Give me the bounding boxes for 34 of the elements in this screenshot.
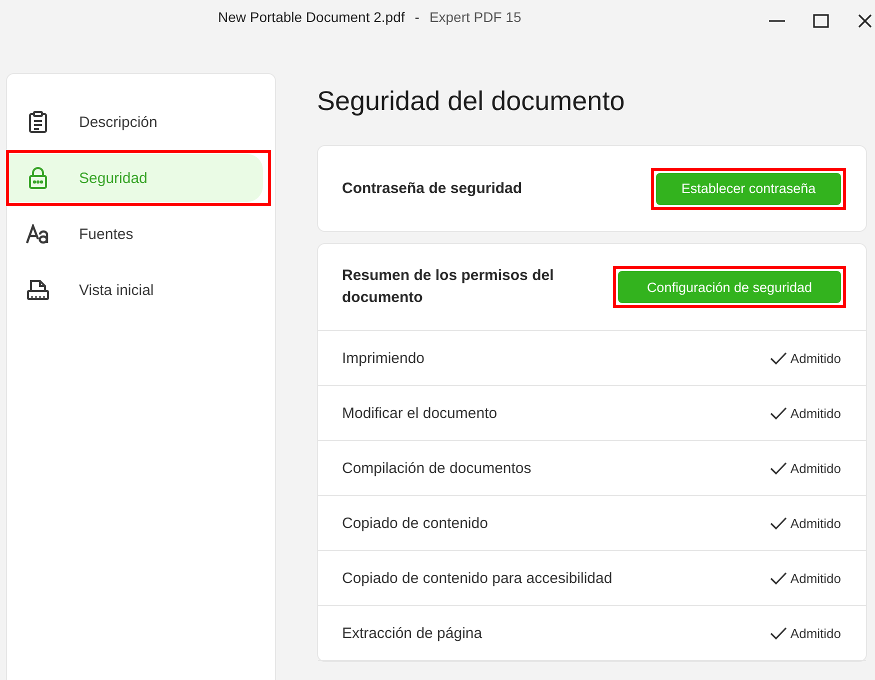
permission-status: Admitido <box>790 460 841 476</box>
document-title: New Portable Document 2.pdf <box>218 9 405 25</box>
sidebar-item[interactable]: Descripción <box>9 98 263 146</box>
close-icon <box>857 13 873 29</box>
lock-icon <box>28 166 48 190</box>
page-title: Seguridad del documento <box>317 86 626 117</box>
permission-name: Compilación de documentos <box>342 460 532 476</box>
maximize-icon <box>813 13 829 29</box>
permission-name: Extracción de página <box>342 624 482 642</box>
sidebar-item[interactable]: Fuentes <box>9 210 263 258</box>
permission-status: Admitido <box>790 350 841 366</box>
app-name: Expert PDF 15 <box>429 9 522 25</box>
section-label: Contraseña de seguridad <box>342 178 522 198</box>
sidebar-item[interactable]: Vista inicial <box>9 266 263 314</box>
document-ruler-icon <box>26 279 50 301</box>
minimize-icon <box>769 20 785 22</box>
checkmark-icon <box>770 626 788 640</box>
permission-status: Admitido <box>790 570 841 586</box>
font-icon <box>26 224 50 244</box>
title-separator: - <box>414 9 420 25</box>
permission-status: Admitido <box>790 406 841 420</box>
clipboard-icon <box>28 111 48 133</box>
permission-name: Imprimiendo <box>342 350 425 366</box>
permission-status: Admitido <box>790 516 841 530</box>
permission-name: Copiado de contenido para accesibilidad <box>342 570 612 586</box>
checkmark-icon <box>770 406 788 420</box>
checkmark-icon <box>770 352 788 364</box>
permission-name: Copiado de contenido <box>342 514 488 532</box>
checkmark-icon <box>770 462 788 474</box>
permission-status: Admitido <box>790 626 841 640</box>
section-label: Resumen de los permisos del documento <box>342 266 555 308</box>
checkmark-icon <box>770 572 788 584</box>
checkmark-icon <box>770 516 788 530</box>
permission-name: Modificar el documento <box>342 404 498 422</box>
